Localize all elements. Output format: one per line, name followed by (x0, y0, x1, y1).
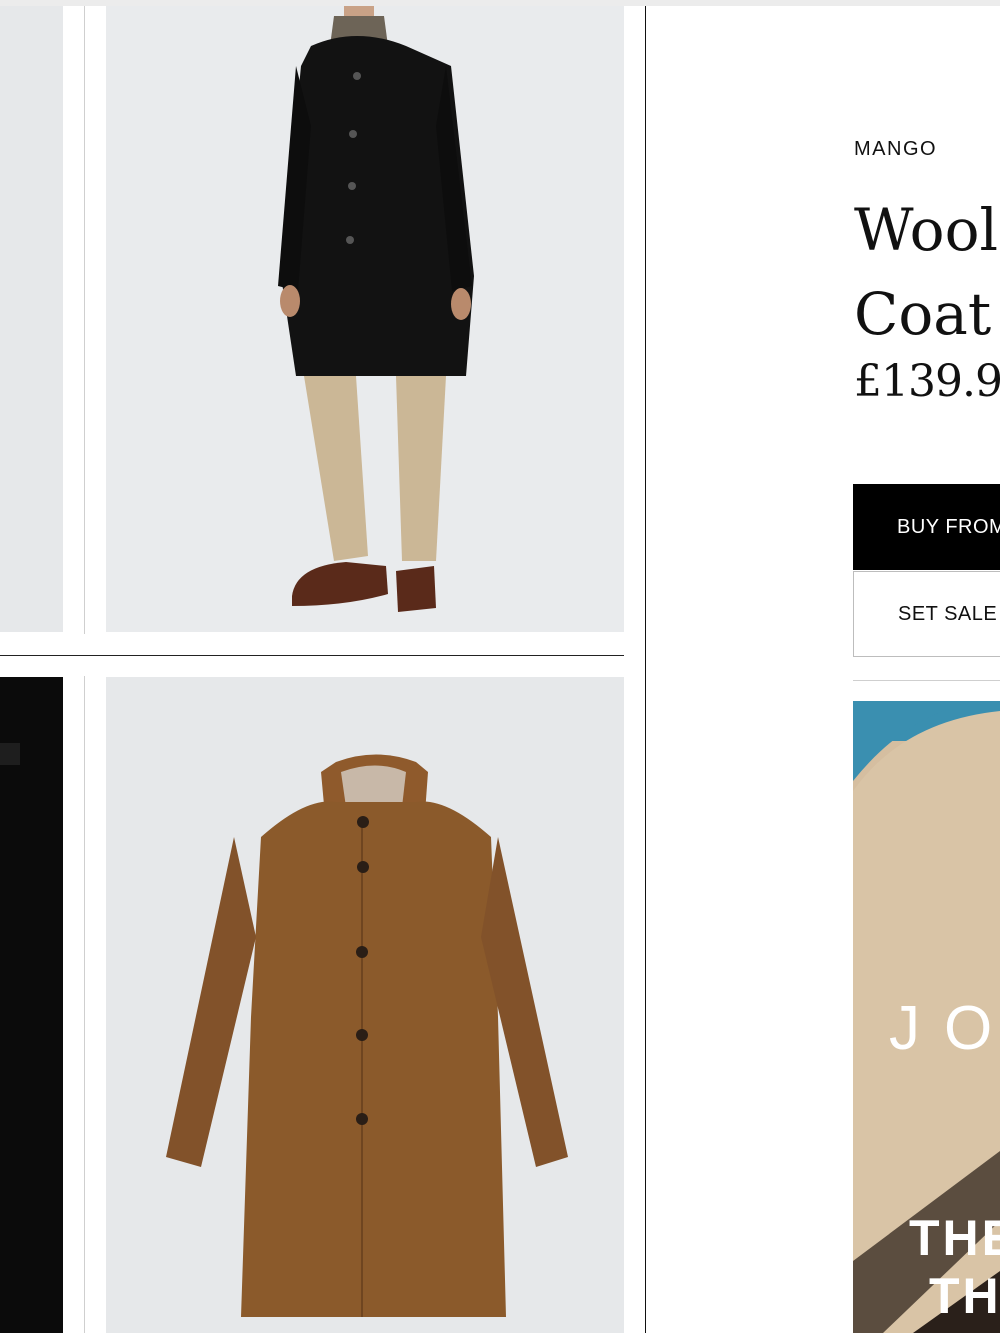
ad-headline-line1: THE (909, 1210, 1000, 1266)
gallery-image-black-coat[interactable] (106, 6, 624, 632)
advertisement-banner[interactable]: JO THE TH (853, 701, 1000, 1333)
set-sale-alert-label: SET SALE (898, 602, 998, 625)
brand-name[interactable]: MANGO (854, 138, 937, 161)
product-title-line2: Coat (854, 280, 992, 348)
gallery-image-partial-top[interactable] (0, 6, 63, 632)
gallery-image-brown-coat[interactable] (106, 677, 624, 1333)
gallery-divider (645, 6, 646, 1333)
product-title: Wool Coat (854, 188, 1000, 356)
gallery-row-divider (0, 655, 624, 656)
product-price: £139.99 (854, 356, 1000, 407)
buy-button-label: BUY FROM (897, 515, 1000, 538)
ad-logo-text: JO (889, 994, 1000, 1063)
buy-button[interactable]: BUY FROM (853, 484, 1000, 570)
set-sale-alert-button[interactable]: SET SALE (853, 571, 1000, 657)
grid-divider-vertical (84, 676, 85, 1333)
grid-divider-vertical (84, 6, 85, 634)
gallery-image-partial-bottom[interactable] (0, 677, 63, 1333)
divider (853, 680, 1000, 681)
product-title-line1: Wool (854, 196, 999, 264)
ad-headline-line2: TH (929, 1268, 1000, 1324)
